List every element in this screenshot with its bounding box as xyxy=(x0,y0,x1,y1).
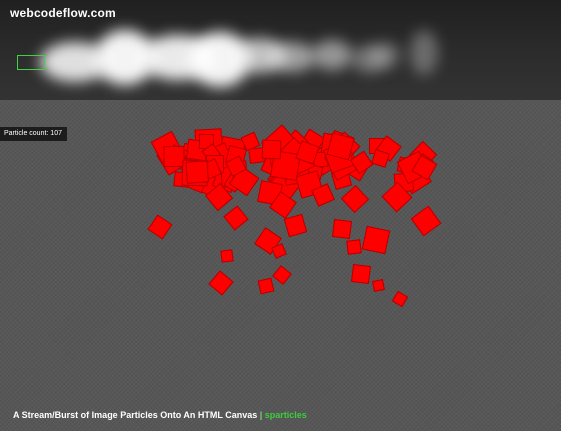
particle xyxy=(220,249,234,263)
particle xyxy=(272,265,292,285)
caption-text: A Stream/Burst of Image Particles Onto A… xyxy=(13,410,258,420)
particle xyxy=(223,205,249,231)
particle xyxy=(410,205,442,237)
particle xyxy=(361,225,391,255)
particle xyxy=(147,214,173,240)
demo-caption: A Stream/Burst of Image Particles Onto A… xyxy=(13,410,307,420)
particle xyxy=(208,270,234,296)
particle xyxy=(261,139,282,161)
caption-separator: | xyxy=(257,410,265,420)
particle xyxy=(350,263,372,285)
particle xyxy=(257,277,275,295)
particle xyxy=(271,243,287,259)
sparticles-link[interactable]: sparticles xyxy=(265,410,307,420)
particle xyxy=(371,148,391,169)
particle xyxy=(346,239,362,255)
particle xyxy=(391,290,409,308)
particle xyxy=(331,218,353,240)
particle xyxy=(371,278,385,292)
particle xyxy=(340,184,370,214)
particle xyxy=(184,160,209,185)
canvas-stage[interactable]: webcodeflow.com Particle count: 107 A St… xyxy=(0,0,561,431)
particle-layer xyxy=(0,0,561,431)
